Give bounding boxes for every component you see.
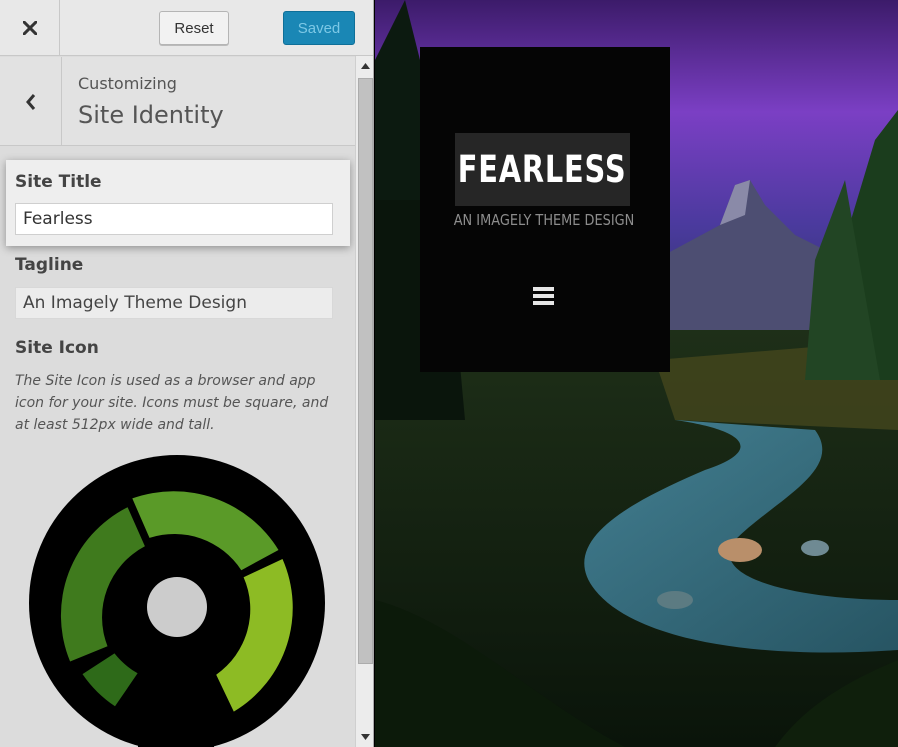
- site-icon-description: The Site Icon is used as a browser and a…: [15, 373, 329, 433]
- site-title-input[interactable]: [15, 203, 333, 235]
- customizer-header: Reset Saved: [0, 0, 373, 56]
- tagline-label: Tagline: [15, 255, 84, 275]
- customizer-panel: Reset Saved Customizing Site Identity Si…: [0, 0, 374, 747]
- triangle-up-icon: [360, 63, 370, 69]
- site-title-text: FEARLESS: [458, 148, 627, 191]
- tagline-input[interactable]: [15, 287, 333, 319]
- breadcrumb: Customizing: [78, 74, 177, 93]
- chevron-left-icon: [25, 93, 35, 110]
- saved-button[interactable]: Saved: [283, 11, 355, 45]
- site-title-label: Site Title: [15, 172, 102, 192]
- section-title: Site Identity: [78, 101, 224, 129]
- reset-button[interactable]: Reset: [159, 11, 229, 45]
- back-button[interactable]: [0, 57, 62, 146]
- site-icon-image[interactable]: [28, 455, 328, 747]
- close-icon: [22, 21, 37, 35]
- site-icon-label: Site Icon: [15, 338, 99, 358]
- scroll-down-arrow[interactable]: [359, 730, 371, 744]
- site-header: [420, 47, 670, 372]
- triangle-down-icon: [360, 734, 370, 740]
- scroll-thumb[interactable]: [358, 78, 373, 664]
- scroll-up-arrow[interactable]: [359, 59, 371, 73]
- site-logo[interactable]: FEARLESS: [455, 133, 630, 206]
- hamburger-menu-icon[interactable]: [533, 287, 554, 306]
- close-button[interactable]: [0, 0, 60, 56]
- section-header: Customizing Site Identity: [0, 57, 355, 146]
- site-tagline-text: AN IMAGELY THEME DESIGN: [453, 211, 635, 229]
- panel-scrollbar[interactable]: [355, 56, 373, 747]
